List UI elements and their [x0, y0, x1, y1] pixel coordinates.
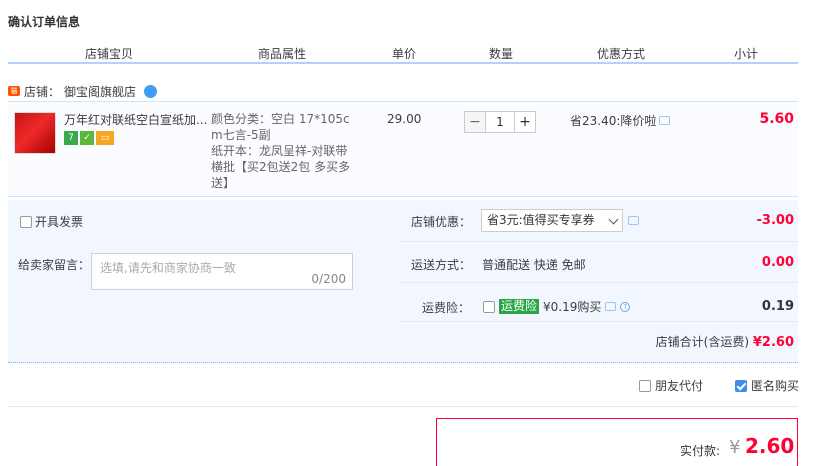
- header-divider: [8, 62, 798, 64]
- pay-currency: ¥: [729, 437, 741, 458]
- promo: 省23.40:降价啦: [570, 112, 671, 129]
- insurance-option[interactable]: 运费险 ¥0.19购买 ?: [483, 298, 631, 315]
- item-title-link[interactable]: 万年红对联纸空白宣纸加...: [64, 111, 207, 128]
- footer-divider: [8, 406, 798, 407]
- invoice-label: 开具发票: [35, 215, 84, 229]
- shop-label: 店铺：: [24, 84, 61, 99]
- item-subtotal: 5.60: [759, 111, 794, 127]
- credit-card-icon: ▭: [96, 131, 114, 145]
- anonymous-option[interactable]: 匿名购买: [735, 377, 799, 394]
- prop-format-line2: 横批【买2包送2包 多买多: [211, 160, 351, 174]
- unit-price: 29.00: [387, 112, 422, 126]
- page-title: 确认订单信息: [8, 15, 81, 29]
- options-divider: [400, 282, 798, 283]
- options-divider: [400, 241, 798, 242]
- invoice-checkbox[interactable]: [20, 215, 32, 228]
- item-thumbnail[interactable]: [14, 112, 56, 154]
- chevron-down-icon: [608, 214, 619, 225]
- insurance-label: 运费险：: [422, 301, 471, 315]
- invoice-option[interactable]: 开具发票: [20, 213, 83, 230]
- shop-discount-select[interactable]: 省3元:值得买专享券: [481, 209, 623, 232]
- shipping-fee: 0.00: [761, 255, 794, 270]
- pay-label: 实付款:: [680, 444, 721, 458]
- prop-format: 纸开本：龙凤呈祥-对联带 横批【买2包送2包 多买多 送】: [211, 143, 350, 191]
- insurance-price: ¥0.19购买: [543, 300, 602, 314]
- prop-color-line1: 颜色分类：空白 17*105c: [211, 112, 350, 126]
- prop-color-line2: m七言-5副: [211, 128, 271, 142]
- guarantee-icon: ✓: [80, 131, 94, 145]
- pay-amount: 2.60: [745, 434, 795, 458]
- shipping-label: 运送方式：: [411, 258, 472, 272]
- insurance-tag: 运费险: [499, 299, 540, 314]
- shop-discount-value: -3.00: [756, 213, 794, 228]
- shop-name-link[interactable]: 御宝阁旗舰店: [64, 83, 136, 100]
- anonymous-label: 匿名购买: [751, 379, 800, 393]
- prop-color: 颜色分类：空白 17*105c m七言-5副: [211, 111, 350, 143]
- quantity-input[interactable]: 1: [486, 111, 514, 133]
- col-header-quantity: 数量: [489, 47, 514, 61]
- col-header-price: 单价: [392, 47, 417, 61]
- seven-day-return-icon: 7: [64, 131, 78, 145]
- col-header-subtotal: 小计: [734, 47, 759, 61]
- help-icon[interactable]: ?: [620, 301, 631, 312]
- friend-pay-option[interactable]: 朋友代付: [639, 377, 703, 394]
- shop-total: 店铺合计(含运费) ¥2.60: [656, 333, 794, 350]
- shop-total-label: 店铺合计(含运费): [655, 335, 750, 349]
- memo-placeholder: 选填,请先和商家协商一致: [100, 261, 236, 275]
- anonymous-checkbox[interactable]: [735, 379, 747, 392]
- insurance-checkbox[interactable]: [483, 300, 495, 313]
- options-divider: [400, 321, 798, 322]
- col-header-props: 商品属性: [258, 47, 307, 61]
- shop-discount-label: 店铺优惠：: [411, 215, 472, 229]
- chat-icon[interactable]: [144, 84, 158, 98]
- tmall-shop-icon: 猫: [8, 86, 20, 96]
- payment-summary-box: [436, 418, 798, 466]
- quantity-plus-button[interactable]: +: [514, 111, 536, 133]
- shop-total-value: ¥2.60: [752, 335, 794, 350]
- shop-row: 猫 店铺： 御宝阁旗舰店: [8, 82, 158, 100]
- prop-format-line3: 送】: [211, 176, 236, 190]
- promo-info-icon[interactable]: [659, 116, 671, 125]
- discount-info-icon[interactable]: [628, 216, 639, 225]
- shipping-method: 普通配送 快递 免邮: [482, 258, 586, 272]
- promo-text: 省23.40:降价啦: [570, 114, 657, 128]
- col-header-item: 店铺宝贝: [85, 47, 134, 61]
- friend-pay-checkbox[interactable]: [639, 379, 651, 392]
- memo-textarea[interactable]: 选填,请先和商家协商一致 0/200: [91, 253, 353, 290]
- col-header-promo: 优惠方式: [597, 47, 646, 61]
- insurance-value: 0.19: [761, 299, 794, 314]
- memo-label: 给卖家留言：: [18, 258, 91, 272]
- service-badges: 7 ✓ ▭: [64, 131, 114, 145]
- memo-char-count: 0/200: [311, 272, 346, 286]
- quantity-stepper: − 1 +: [464, 111, 536, 133]
- quantity-minus-button[interactable]: −: [464, 111, 486, 133]
- shop-discount-selected: 省3元:值得买专享券: [487, 213, 595, 227]
- insurance-info-icon[interactable]: [605, 302, 617, 311]
- friend-pay-label: 朋友代付: [655, 379, 704, 393]
- prop-format-line1: 纸开本：龙凤呈祥-对联带: [211, 144, 348, 158]
